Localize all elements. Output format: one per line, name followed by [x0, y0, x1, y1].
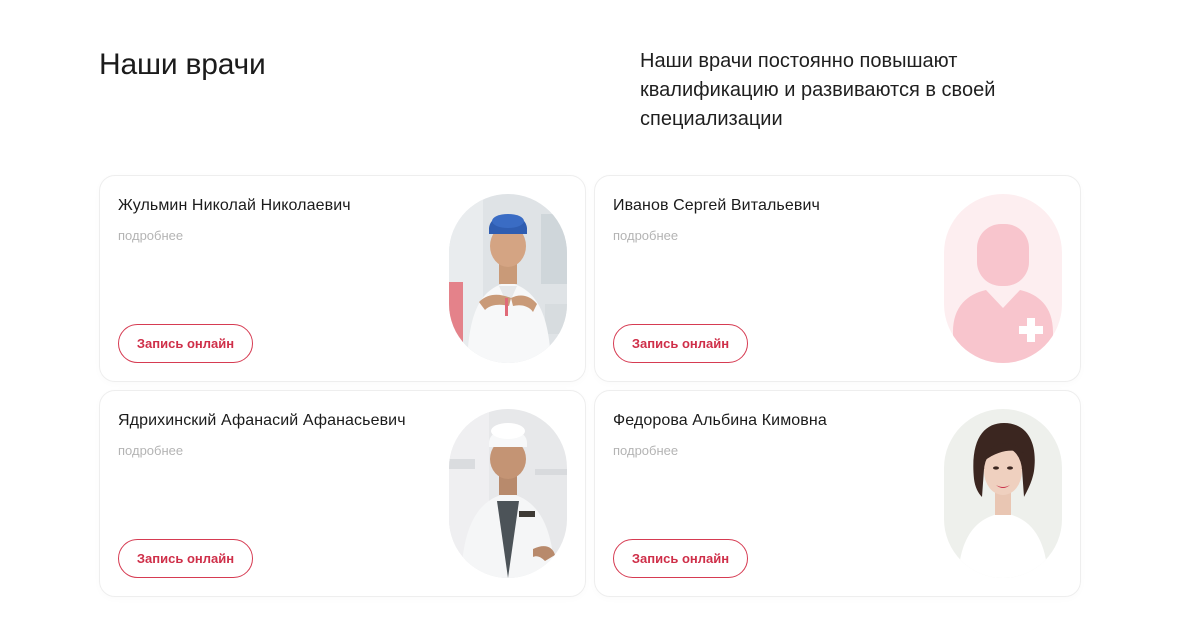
doctor-photo-white-cap-icon[interactable] [449, 409, 567, 578]
doctor-name: Иванов Сергей Витальевич [613, 197, 820, 214]
doctor-card: Иванов Сергей Витальевич подробнее Запис… [594, 175, 1081, 382]
doctor-card: Федорова Альбина Кимовна подробнее Запис… [594, 390, 1081, 597]
placeholder-doctor-icon[interactable] [944, 194, 1062, 363]
book-online-button[interactable]: Запись онлайн [613, 324, 748, 363]
section-intro: Наши врачи постоянно повышают квалификац… [640, 50, 996, 130]
doctor-name: Жульмин Николай Николаевич [118, 197, 351, 214]
doctor-card: Ядрихинский Афанасий Афанасьевич подробн… [99, 390, 586, 597]
doctor-name: Федорова Альбина Кимовна [613, 412, 827, 429]
doctor-photo-woman-icon[interactable] [944, 409, 1062, 578]
book-online-button[interactable]: Запись онлайн [118, 324, 253, 363]
details-link[interactable]: подробнее [118, 228, 183, 243]
doctor-name: Ядрихинский Афанасий Афанасьевич [118, 412, 406, 429]
book-online-button[interactable]: Запись онлайн [613, 539, 748, 578]
doctor-card: Жульмин Николай Николаевич подробнее Зап… [99, 175, 586, 382]
book-online-button[interactable]: Запись онлайн [118, 539, 253, 578]
details-link[interactable]: подробнее [613, 443, 678, 458]
details-link[interactable]: подробнее [613, 228, 678, 243]
details-link[interactable]: подробнее [118, 443, 183, 458]
doctor-photo-blue-cap-icon[interactable] [449, 194, 567, 363]
section-title: Наши врачи [99, 48, 266, 81]
doctors-grid: Жульмин Николай Николаевич подробнее Зап… [99, 175, 1081, 597]
